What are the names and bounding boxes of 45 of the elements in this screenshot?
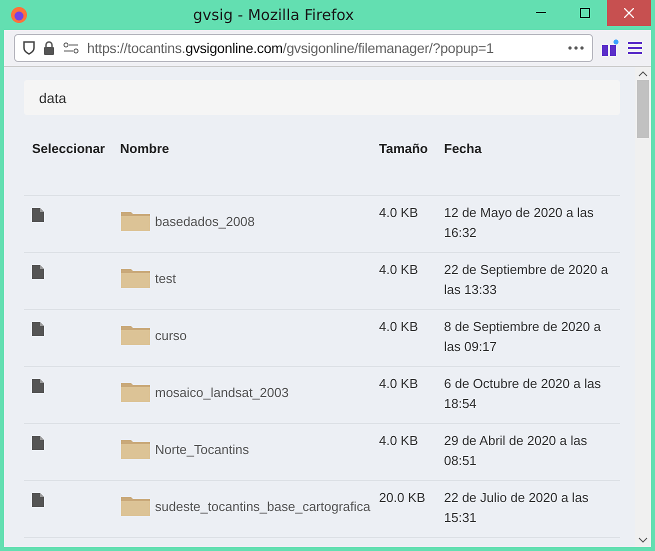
size-cell-text: 4.0 KB xyxy=(379,375,420,393)
size-cell-text: 4.0 KB xyxy=(379,432,420,450)
window-title: gvsig - Mozilla Firefox xyxy=(192,6,355,24)
date-cell-text: 22 de Septiembre de 2020 a las 13:33 xyxy=(444,261,610,299)
scrollbar[interactable] xyxy=(635,67,651,547)
file-icon xyxy=(32,436,44,450)
column-header: Tamaño xyxy=(379,140,429,158)
menu-icon[interactable] xyxy=(627,41,643,55)
lock-icon[interactable] xyxy=(43,41,55,55)
file-icon xyxy=(32,379,44,393)
folder-name[interactable]: sudeste_tocantins_base_cartografica xyxy=(155,497,370,517)
close-button[interactable] xyxy=(607,0,651,26)
address-bar[interactable]: https://tocantins.gvsigonline.com/gvsigonline/filemanager/?popup=1 xyxy=(14,34,593,62)
scroll-thumb[interactable] xyxy=(637,80,649,138)
settings-icon[interactable] xyxy=(63,42,79,54)
date-cell-text: 6 de Octubre de 2020 a las 18:54 xyxy=(444,375,602,413)
folder-name[interactable]: test xyxy=(155,269,176,289)
minimize-icon xyxy=(536,12,546,14)
date-cell-text: 29 de Abril de 2020 a las 08:51 xyxy=(444,432,588,470)
size-cell-text: 4.0 KB xyxy=(379,318,420,336)
scroll-down-icon[interactable] xyxy=(638,536,648,544)
scroll-up-icon[interactable] xyxy=(638,70,648,78)
date-cell-text: 12 de Mayo de 2020 a las 16:32 xyxy=(444,204,595,242)
close-icon xyxy=(624,8,634,18)
shield-icon[interactable] xyxy=(23,41,35,55)
maximize-icon xyxy=(580,8,590,18)
more-icon[interactable] xyxy=(568,46,584,50)
size-cell-text: 20.0 KB xyxy=(379,489,426,507)
folder-name[interactable]: curso xyxy=(155,326,187,346)
date-cell-text: 8 de Septiembre de 2020 a las 09:17 xyxy=(444,318,602,356)
file-icon xyxy=(32,265,44,279)
file-icon xyxy=(32,322,44,336)
column-header: Fecha xyxy=(444,140,483,158)
browser-logo-icon xyxy=(10,6,28,24)
size-cell-text: 4.0 KB xyxy=(379,261,420,279)
breadcrumb-text[interactable]: data xyxy=(39,90,66,106)
folder-name[interactable]: Norte_Tocantins xyxy=(155,440,249,460)
folder-name[interactable]: basedados_2008 xyxy=(155,212,255,232)
folder-name[interactable]: mosaico_landsat_2003 xyxy=(155,383,289,403)
column-header: Nombre xyxy=(120,140,170,158)
date-cell-text: 22 de Julio de 2020 a las 15:31 xyxy=(444,489,590,527)
file-icon xyxy=(32,493,44,507)
size-cell-text: 4.0 KB xyxy=(379,204,420,222)
file-icon xyxy=(32,208,44,222)
column-header: Seleccionar xyxy=(32,140,106,158)
